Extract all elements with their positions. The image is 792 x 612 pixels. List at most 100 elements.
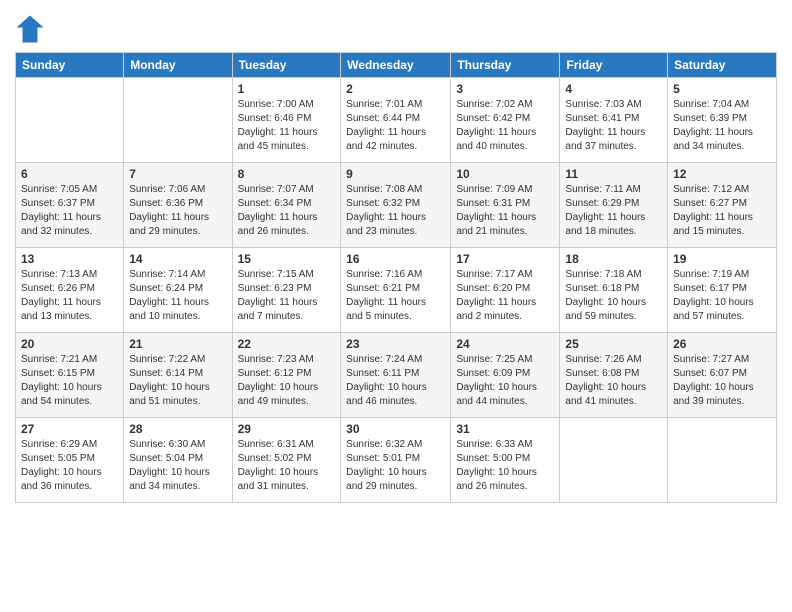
day-number: 7	[129, 167, 226, 181]
day-info: Sunrise: 7:05 AM Sunset: 6:37 PM Dayligh…	[21, 183, 118, 239]
day-number: 12	[673, 167, 771, 181]
day-number: 5	[673, 82, 771, 96]
calendar-table: SundayMondayTuesdayWednesdayThursdayFrid…	[15, 52, 777, 503]
day-header-saturday: Saturday	[668, 53, 777, 78]
day-header-thursday: Thursday	[451, 53, 560, 78]
calendar-cell: 11Sunrise: 7:11 AM Sunset: 6:29 PM Dayli…	[560, 163, 668, 248]
day-number: 26	[673, 337, 771, 351]
day-info: Sunrise: 6:33 AM Sunset: 5:00 PM Dayligh…	[456, 438, 554, 494]
calendar-cell: 30 Sunrise: 6:32 AM Sunset: 5:01 PM Dayli…	[341, 418, 451, 503]
day-number: 4	[565, 82, 662, 96]
calendar-cell: 29Sunrise: 6:31 AM Sunset: 5:02 PM Dayli…	[232, 418, 341, 503]
day-info: Sunrise: 7:03 AM Sunset: 6:41 PM Dayligh…	[565, 98, 662, 154]
calendar-cell: 27 Sunrise: 6:29 AM Sunset: 5:05 PM Dayli…	[16, 418, 124, 503]
calendar-cell: 4 Sunrise: 7:03 AM Sunset: 6:41 PM Daylig…	[560, 78, 668, 163]
day-number: 30	[346, 422, 445, 436]
day-info: Sunrise: 7:23 AM Sunset: 6:12 PM Dayligh…	[238, 353, 336, 409]
day-info: Sunrise: 7:08 AM Sunset: 6:32 PM Dayligh…	[346, 183, 445, 239]
day-info: Sunrise: 7:24 AM Sunset: 6:11 PM Dayligh…	[346, 353, 445, 409]
calendar-week-row: 27 Sunrise: 6:29 AM Sunset: 5:05 PM Dayli…	[16, 418, 777, 503]
calendar-cell: 23 Sunrise: 7:24 AM Sunset: 6:11 PM Dayli…	[341, 333, 451, 418]
day-info: Sunrise: 7:16 AM Sunset: 6:21 PM Dayligh…	[346, 268, 445, 324]
day-number: 11	[565, 167, 662, 181]
calendar-cell: 20 Sunrise: 7:21 AM Sunset: 6:15 PM Dayli…	[16, 333, 124, 418]
calendar-cell: 17Sunrise: 7:17 AM Sunset: 6:20 PM Dayli…	[451, 248, 560, 333]
calendar-cell: 19Sunrise: 7:19 AM Sunset: 6:17 PM Dayli…	[668, 248, 777, 333]
logo	[15, 14, 47, 44]
day-number: 22	[238, 337, 336, 351]
calendar-cell: 10 Sunrise: 7:09 AM Sunset: 6:31 PM Dayli…	[451, 163, 560, 248]
calendar-cell: 22 Sunrise: 7:23 AM Sunset: 6:12 PM Dayli…	[232, 333, 341, 418]
day-number: 9	[346, 167, 445, 181]
day-info: Sunrise: 7:04 AM Sunset: 6:39 PM Dayligh…	[673, 98, 771, 154]
day-number: 8	[238, 167, 336, 181]
day-info: Sunrise: 7:07 AM Sunset: 6:34 PM Dayligh…	[238, 183, 336, 239]
day-number: 2	[346, 82, 445, 96]
day-info: Sunrise: 7:01 AM Sunset: 6:44 PM Dayligh…	[346, 98, 445, 154]
day-info: Sunrise: 7:15 AM Sunset: 6:23 PM Dayligh…	[238, 268, 336, 324]
calendar-cell	[124, 78, 232, 163]
day-info: Sunrise: 7:25 AM Sunset: 6:09 PM Dayligh…	[456, 353, 554, 409]
day-info: Sunrise: 6:30 AM Sunset: 5:04 PM Dayligh…	[129, 438, 226, 494]
day-number: 23	[346, 337, 445, 351]
calendar-week-row: 6 Sunrise: 7:05 AM Sunset: 6:37 PM Daylig…	[16, 163, 777, 248]
day-number: 21	[129, 337, 226, 351]
day-info: Sunrise: 7:09 AM Sunset: 6:31 PM Dayligh…	[456, 183, 554, 239]
logo-icon	[15, 14, 45, 44]
calendar-cell	[668, 418, 777, 503]
day-header-tuesday: Tuesday	[232, 53, 341, 78]
header	[15, 10, 777, 44]
calendar-cell: 3Sunrise: 7:02 AM Sunset: 6:42 PM Daylig…	[451, 78, 560, 163]
day-number: 20	[21, 337, 118, 351]
day-number: 28	[129, 422, 226, 436]
calendar-week-row: 1Sunrise: 7:00 AM Sunset: 6:46 PM Daylig…	[16, 78, 777, 163]
calendar-cell: 9 Sunrise: 7:08 AM Sunset: 6:32 PM Daylig…	[341, 163, 451, 248]
day-info: Sunrise: 7:18 AM Sunset: 6:18 PM Dayligh…	[565, 268, 662, 324]
calendar-cell	[560, 418, 668, 503]
calendar-cell: 13 Sunrise: 7:13 AM Sunset: 6:26 PM Dayli…	[16, 248, 124, 333]
day-number: 14	[129, 252, 226, 266]
day-info: Sunrise: 7:22 AM Sunset: 6:14 PM Dayligh…	[129, 353, 226, 409]
calendar-cell	[16, 78, 124, 163]
day-info: Sunrise: 6:29 AM Sunset: 5:05 PM Dayligh…	[21, 438, 118, 494]
day-number: 24	[456, 337, 554, 351]
day-number: 6	[21, 167, 118, 181]
day-info: Sunrise: 7:06 AM Sunset: 6:36 PM Dayligh…	[129, 183, 226, 239]
calendar-cell: 7 Sunrise: 7:06 AM Sunset: 6:36 PM Daylig…	[124, 163, 232, 248]
day-info: Sunrise: 7:13 AM Sunset: 6:26 PM Dayligh…	[21, 268, 118, 324]
day-info: Sunrise: 7:21 AM Sunset: 6:15 PM Dayligh…	[21, 353, 118, 409]
calendar-cell: 15Sunrise: 7:15 AM Sunset: 6:23 PM Dayli…	[232, 248, 341, 333]
day-number: 25	[565, 337, 662, 351]
calendar-cell: 8 Sunrise: 7:07 AM Sunset: 6:34 PM Daylig…	[232, 163, 341, 248]
day-header-friday: Friday	[560, 53, 668, 78]
calendar-cell: 16 Sunrise: 7:16 AM Sunset: 6:21 PM Dayli…	[341, 248, 451, 333]
day-number: 10	[456, 167, 554, 181]
day-info: Sunrise: 7:19 AM Sunset: 6:17 PM Dayligh…	[673, 268, 771, 324]
calendar-cell: 28 Sunrise: 6:30 AM Sunset: 5:04 PM Dayli…	[124, 418, 232, 503]
day-number: 18	[565, 252, 662, 266]
calendar-cell: 2 Sunrise: 7:01 AM Sunset: 6:44 PM Daylig…	[341, 78, 451, 163]
day-info: Sunrise: 7:12 AM Sunset: 6:27 PM Dayligh…	[673, 183, 771, 239]
day-info: Sunrise: 6:31 AM Sunset: 5:02 PM Dayligh…	[238, 438, 336, 494]
calendar-header-row: SundayMondayTuesdayWednesdayThursdayFrid…	[16, 53, 777, 78]
day-info: Sunrise: 7:27 AM Sunset: 6:07 PM Dayligh…	[673, 353, 771, 409]
day-info: Sunrise: 7:14 AM Sunset: 6:24 PM Dayligh…	[129, 268, 226, 324]
day-number: 31	[456, 422, 554, 436]
day-number: 13	[21, 252, 118, 266]
day-number: 16	[346, 252, 445, 266]
day-number: 3	[456, 82, 554, 96]
calendar-cell: 26 Sunrise: 7:27 AM Sunset: 6:07 PM Dayli…	[668, 333, 777, 418]
day-info: Sunrise: 6:32 AM Sunset: 5:01 PM Dayligh…	[346, 438, 445, 494]
day-header-monday: Monday	[124, 53, 232, 78]
calendar-cell: 14 Sunrise: 7:14 AM Sunset: 6:24 PM Dayli…	[124, 248, 232, 333]
calendar-cell: 5 Sunrise: 7:04 AM Sunset: 6:39 PM Daylig…	[668, 78, 777, 163]
calendar-cell: 24 Sunrise: 7:25 AM Sunset: 6:09 PM Dayli…	[451, 333, 560, 418]
calendar-week-row: 13 Sunrise: 7:13 AM Sunset: 6:26 PM Dayli…	[16, 248, 777, 333]
calendar-cell: 6 Sunrise: 7:05 AM Sunset: 6:37 PM Daylig…	[16, 163, 124, 248]
calendar-cell: 21 Sunrise: 7:22 AM Sunset: 6:14 PM Dayli…	[124, 333, 232, 418]
day-number: 1	[238, 82, 336, 96]
calendar-cell: 1Sunrise: 7:00 AM Sunset: 6:46 PM Daylig…	[232, 78, 341, 163]
day-header-wednesday: Wednesday	[341, 53, 451, 78]
calendar-week-row: 20 Sunrise: 7:21 AM Sunset: 6:15 PM Dayli…	[16, 333, 777, 418]
day-number: 27	[21, 422, 118, 436]
